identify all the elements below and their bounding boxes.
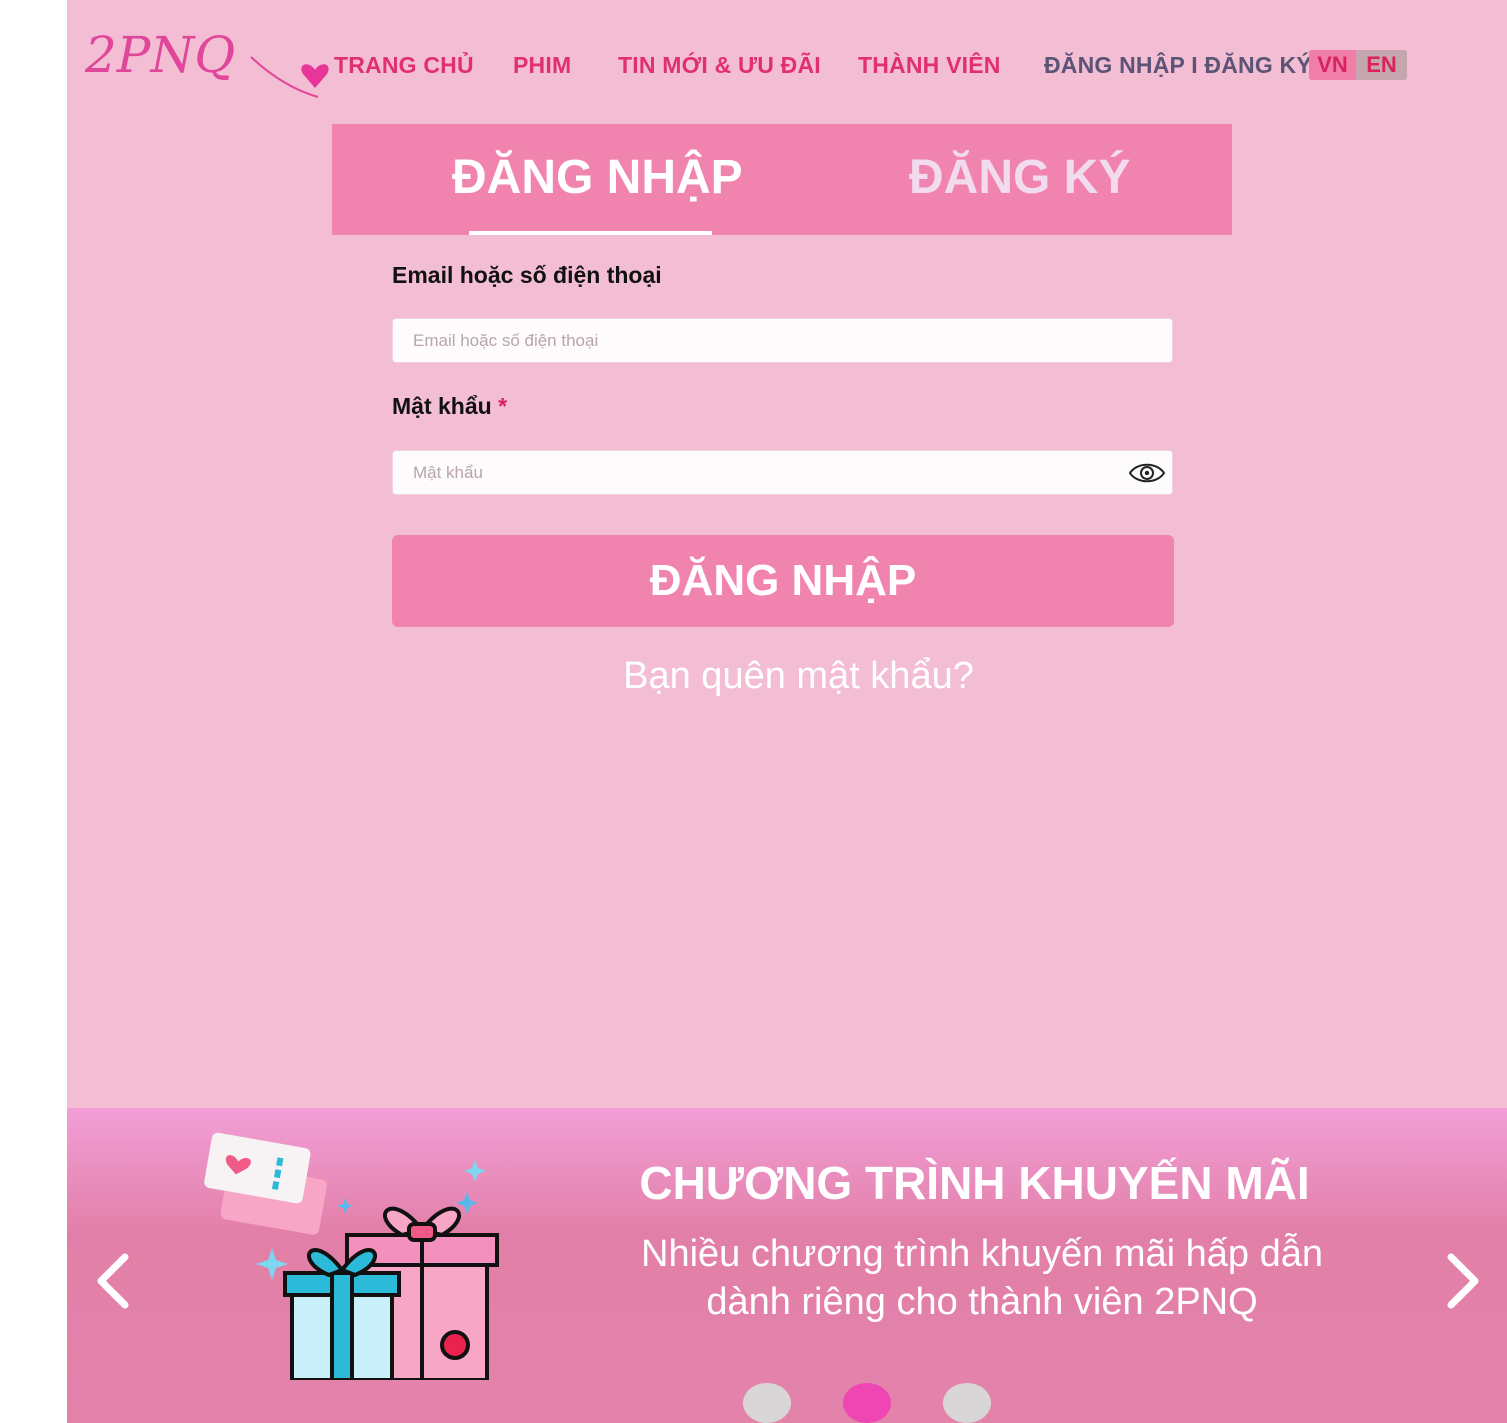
carousel-dot-1[interactable] (743, 1383, 791, 1423)
login-submit-button[interactable]: ĐĂNG NHẬP (392, 535, 1174, 627)
promo-banner: CHƯƠNG TRÌNH KHUYẾN MÃI Nhiều chương trì… (67, 1108, 1507, 1423)
password-label-text: Mật khẩu (392, 393, 492, 419)
nav-news-offers[interactable]: TIN MỚI & ƯU ĐÃI (618, 52, 821, 79)
site-logo[interactable]: 2PNQ (83, 12, 333, 102)
page: 2PNQ TRANG CHỦ PHIM TIN MỚI & ƯU ĐÃI THÀ… (67, 0, 1507, 1423)
promo-title: CHƯƠNG TRÌNH KHUYẾN MÃI (639, 1157, 1310, 1209)
promo-line-1: Nhiều chương trình khuyến mãi hấp dẫn (641, 1233, 1323, 1275)
promo-line-2: dành riêng cho thành viên 2PNQ (706, 1281, 1258, 1323)
chevron-right-icon[interactable] (1443, 1253, 1483, 1309)
required-mark: * (498, 393, 508, 419)
forgot-password-link[interactable]: Bạn quên mật khẩu? (392, 655, 1205, 698)
email-input[interactable] (392, 318, 1173, 363)
lang-vn-button[interactable]: VN (1309, 50, 1356, 80)
lang-en-button[interactable]: EN (1356, 50, 1407, 80)
tab-register[interactable]: ĐĂNG KÝ (909, 150, 1130, 205)
auth-tabs: ĐĂNG NHẬP ĐĂNG KÝ (332, 124, 1232, 235)
password-input[interactable] (392, 450, 1173, 495)
carousel-dot-3[interactable] (943, 1383, 991, 1423)
logo-text: 2PNQ (84, 26, 235, 84)
password-label: Mật khẩu * (392, 393, 507, 420)
promo-description: Nhiều chương trình khuyến mãi hấp dẫn dà… (607, 1230, 1357, 1326)
language-switch: VN EN (1309, 50, 1407, 80)
email-label: Email hoặc số điện thoại (392, 262, 662, 288)
eye-icon[interactable] (1128, 459, 1166, 487)
tab-login[interactable]: ĐĂNG NHẬP (452, 150, 743, 205)
chevron-left-icon[interactable] (93, 1253, 133, 1309)
nav-movies[interactable]: PHIM (513, 52, 571, 79)
active-tab-indicator (469, 231, 712, 235)
nav-home[interactable]: TRANG CHỦ (334, 52, 474, 79)
nav-members[interactable]: THÀNH VIÊN (858, 52, 1001, 79)
nav-login-register[interactable]: ĐĂNG NHẬP I ĐĂNG KÝ (1044, 52, 1312, 79)
carousel-dot-2[interactable] (843, 1383, 891, 1423)
gift-illustration (204, 1132, 499, 1380)
